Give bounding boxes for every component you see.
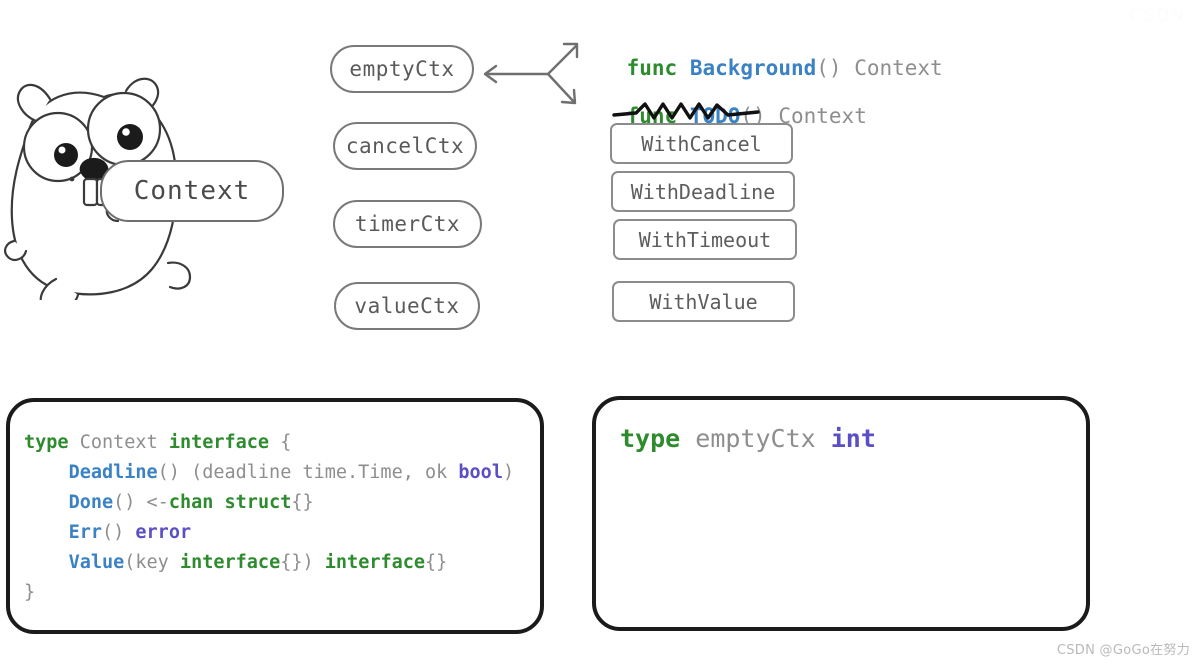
code-token: chan <box>168 492 214 513</box>
ctx-pill-label: cancelCtx <box>345 134 465 158</box>
func-keyword: func <box>626 56 678 80</box>
squiggle-underline-icon <box>612 100 762 122</box>
with-box-withcancel[interactable]: WithCancel <box>610 123 793 164</box>
code-line: type Context interface { <box>24 428 540 458</box>
code-token: error <box>135 522 192 543</box>
ctx-pill-cancelctx[interactable]: cancelCtx <box>333 122 477 170</box>
code-token: { <box>269 432 292 453</box>
code-token: (key <box>124 552 180 573</box>
code-token: () (deadline time.Time, ok <box>157 462 459 483</box>
code-line: Err() error <box>24 518 540 548</box>
func-return-type: Context <box>841 56 943 80</box>
code-token: () <- <box>113 492 169 513</box>
code-token: Deadline <box>68 462 158 483</box>
code-block: type emptyCtx int <box>620 422 1086 456</box>
code-token: interface <box>324 552 426 573</box>
code-token: Err <box>68 522 102 543</box>
code-token: () <box>101 522 136 543</box>
code-token: interface <box>179 552 281 573</box>
context-label-pill: Context <box>100 160 284 222</box>
with-box-withvalue[interactable]: WithValue <box>612 281 795 322</box>
ctx-pill-label: emptyCtx <box>349 57 455 81</box>
func-parens: () <box>816 56 842 80</box>
code-token: {} <box>425 552 448 573</box>
code-token: Value <box>68 552 125 573</box>
code-line: Deadline() (deadline time.Time, ok bool) <box>24 458 540 488</box>
with-box-label: WithDeadline <box>630 179 776 204</box>
code-token: Done <box>68 492 114 513</box>
code-line: Done() <-chan struct{} <box>24 488 540 518</box>
watermark-bottom-credit: CSDN @GoGo在努力 <box>1056 643 1190 658</box>
watermark-top: CSDN <box>1129 6 1186 26</box>
ctx-pill-timerctx[interactable]: timerCtx <box>333 200 482 248</box>
func-name: Background <box>689 56 817 80</box>
with-box-label: WithCancel <box>641 131 762 156</box>
code-card-emptyctx-type: type emptyCtx int <box>592 396 1090 631</box>
code-token: type <box>24 432 69 453</box>
code-token: Context <box>68 432 169 453</box>
diagram-canvas: Context emptyCtx cancelCtx timerCtx valu… <box>0 0 1200 664</box>
with-box-withdeadline[interactable]: WithDeadline <box>611 171 795 212</box>
code-line: Value(key interface{}) interface{} <box>24 548 540 578</box>
ctx-pill-valuectx[interactable]: valueCtx <box>334 282 480 330</box>
with-box-label: WithTimeout <box>638 227 772 252</box>
code-token: {}) <box>280 552 325 573</box>
arrow-fan-icon <box>478 34 582 112</box>
code-token: interface <box>168 432 270 453</box>
code-token: bool <box>458 462 503 483</box>
code-token: struct <box>224 492 292 513</box>
code-line: } <box>24 578 540 608</box>
code-token: int <box>830 424 876 453</box>
ctx-pill-emptyctx[interactable]: emptyCtx <box>330 45 474 93</box>
code-token: {} <box>291 492 314 513</box>
code-card-context-interface: type Context interface { Deadline() (dea… <box>6 398 544 634</box>
with-box-withtimeout[interactable]: WithTimeout <box>613 219 797 260</box>
code-line: type emptyCtx int <box>620 422 1086 456</box>
code-block: type Context interface { Deadline() (dea… <box>24 428 540 608</box>
code-token: type <box>620 424 681 453</box>
code-token: emptyCtx <box>680 424 831 453</box>
context-label-text: Context <box>133 176 251 206</box>
ctx-pill-label: valueCtx <box>354 294 460 318</box>
code-token: ) <box>502 462 515 483</box>
with-box-label: WithValue <box>649 289 758 314</box>
code-token: } <box>24 582 36 603</box>
ctx-pill-label: timerCtx <box>354 212 461 236</box>
